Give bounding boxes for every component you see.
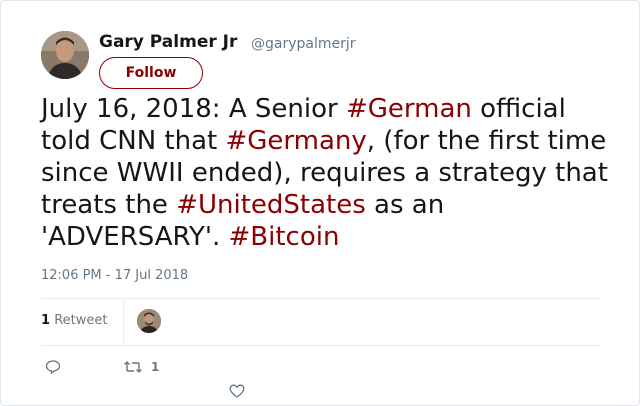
divider	[41, 298, 601, 299]
hashtag-link[interactable]: #UnitedStates	[176, 190, 366, 220]
stats-separator	[123, 299, 124, 345]
tweet-timestamp[interactable]: 12:06 PM - 17 Jul 2018	[41, 268, 188, 283]
user-name[interactable]: Gary Palmer Jr	[99, 32, 237, 52]
retweet-stat[interactable]: 1 Retweet	[41, 313, 107, 328]
hashtag-link[interactable]: #Germany	[225, 126, 366, 156]
retweet-action-count: 1	[151, 360, 160, 374]
retweet-stat-count: 1	[41, 313, 51, 328]
reply-icon	[45, 360, 61, 375]
reply-action[interactable]	[45, 359, 61, 375]
retweet-stat-label: Retweet	[54, 313, 108, 328]
hashtag-link[interactable]: #Bitcoin	[229, 222, 340, 252]
heart-icon	[229, 384, 245, 398]
tweet-text-segment: July 16, 2018: A Senior	[41, 94, 346, 124]
user-avatar[interactable]	[41, 31, 89, 79]
follow-button[interactable]: Follow	[99, 57, 203, 89]
user-handle[interactable]: @garypalmerjr	[251, 36, 356, 52]
hashtag-link[interactable]: #German	[346, 94, 472, 124]
like-action[interactable]	[229, 383, 245, 399]
retweet-icon	[124, 361, 142, 373]
retweet-action[interactable]: 1	[123, 359, 159, 375]
tweet-text: July 16, 2018: A Senior #German official…	[41, 93, 616, 253]
tweet-card: Gary Palmer Jr @garypalmerjr Follow July…	[0, 0, 640, 406]
retweeter-avatar[interactable]	[137, 309, 161, 333]
divider	[41, 345, 601, 346]
